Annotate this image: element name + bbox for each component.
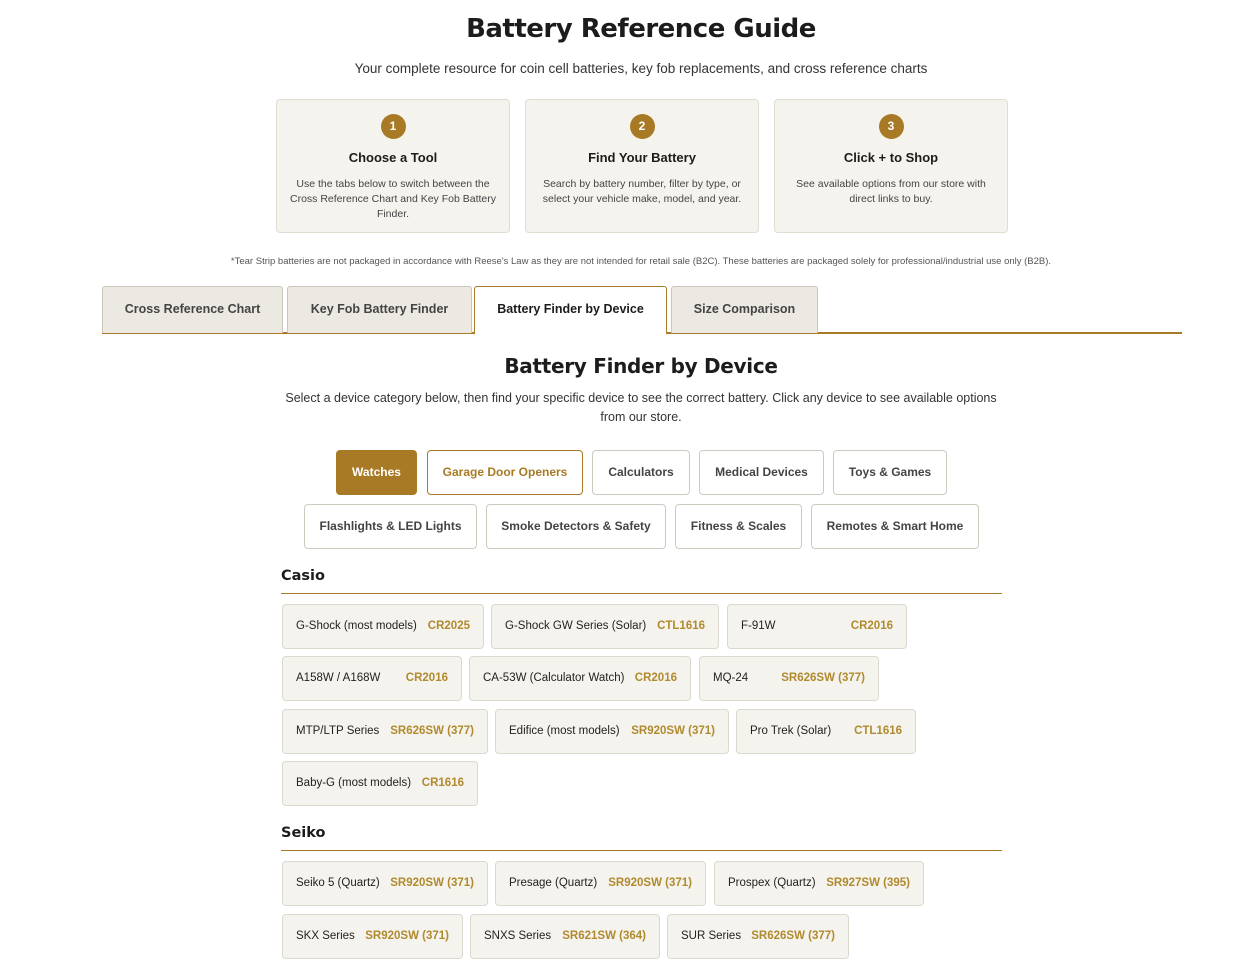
section-description: Select a device category below, then fin… xyxy=(285,391,997,424)
device-name: SUR Series xyxy=(681,930,742,942)
step-description: Use the tabs below to switch between the… xyxy=(289,178,496,220)
step-card-1: 1 Choose a Tool Use the tabs below to sw… xyxy=(276,99,510,233)
brand-heading-casio: Casio xyxy=(281,568,1002,594)
device-name: CA-53W (Calculator Watch) xyxy=(483,672,625,684)
device-battery: SR626SW (377) xyxy=(390,725,474,737)
device-card[interactable]: CA-53W (Calculator Watch) CR2016 xyxy=(469,656,691,701)
category-button-flashlights[interactable]: Flashlights & LED Lights xyxy=(304,504,477,549)
device-name: G-Shock (most models) xyxy=(296,620,417,632)
device-card[interactable]: Presage (Quartz) SR920SW (371) xyxy=(495,861,706,906)
device-battery: SR927SW (395) xyxy=(826,877,910,889)
section-title: Battery Finder by Device xyxy=(504,354,778,378)
category-button-remotes-smart-home[interactable]: Remotes & Smart Home xyxy=(811,504,979,549)
device-card[interactable]: MQ-24 SR626SW (377) xyxy=(699,656,879,701)
step-card-2: 2 Find Your Battery Search by battery nu… xyxy=(525,99,759,233)
category-button-garage-door-openers[interactable]: Garage Door Openers xyxy=(427,450,583,495)
device-battery: SR621SW (364) xyxy=(562,930,646,942)
tab-battery-finder-by-device[interactable]: Battery Finder by Device xyxy=(474,286,667,335)
tab-key-fob-battery-finder[interactable]: Key Fob Battery Finder xyxy=(287,286,472,333)
device-name: Presage (Quartz) xyxy=(509,877,598,889)
device-name: MTP/LTP Series xyxy=(296,725,380,737)
category-button-calculators[interactable]: Calculators xyxy=(592,450,690,495)
device-battery: SR920SW (371) xyxy=(608,877,692,889)
device-card[interactable]: A158W / A168W CR2016 xyxy=(282,656,462,701)
step-number-badge: 3 xyxy=(878,114,904,139)
brand-heading-seiko: Seiko xyxy=(281,825,1002,851)
step-number-badge: 1 xyxy=(380,114,406,139)
step-number-badge: 2 xyxy=(629,114,655,139)
device-battery: CTL1616 xyxy=(657,620,705,632)
step-description: Search by battery number, filter by type… xyxy=(542,178,742,205)
device-battery: CR2016 xyxy=(634,672,677,684)
tab-cross-reference-chart[interactable]: Cross Reference Chart xyxy=(102,286,283,333)
category-button-fitness-scales[interactable]: Fitness & Scales xyxy=(675,504,802,549)
device-name: SKX Series xyxy=(296,930,355,942)
device-card[interactable]: Baby-G (most models) CR1616 xyxy=(282,761,478,806)
disclaimer-text: *Tear Strip batteries are not packaged i… xyxy=(230,256,1052,267)
tab-bar: Cross Reference Chart Key Fob Battery Fi… xyxy=(102,286,1182,335)
page-title: Battery Reference Guide xyxy=(466,14,816,44)
device-battery: CR1616 xyxy=(421,777,464,789)
category-button-watches[interactable]: Watches xyxy=(336,450,417,495)
device-card[interactable]: Prospex (Quartz) SR927SW (395) xyxy=(714,861,924,906)
category-button-smoke-detectors[interactable]: Smoke Detectors & Safety xyxy=(486,504,666,549)
tab-size-comparison[interactable]: Size Comparison xyxy=(671,286,818,333)
category-button-toys-games[interactable]: Toys & Games xyxy=(833,450,947,495)
device-card[interactable]: MTP/LTP Series SR626SW (377) xyxy=(282,709,488,754)
device-name: A158W / A168W xyxy=(296,672,381,684)
device-card[interactable]: Edifice (most models) SR920SW (371) xyxy=(495,709,729,754)
device-battery: SR920SW (371) xyxy=(390,877,474,889)
device-battery: SR920SW (371) xyxy=(631,725,715,737)
device-battery: CR2016 xyxy=(850,620,893,632)
page-subtitle: Your complete resource for coin cell bat… xyxy=(354,61,928,76)
device-battery: CR2025 xyxy=(427,620,470,632)
device-name: G-Shock GW Series (Solar) xyxy=(505,620,647,632)
device-card[interactable]: Pro Trek (Solar) CTL1616 xyxy=(736,709,916,754)
device-battery: CR2016 xyxy=(405,672,448,684)
device-name: Edifice (most models) xyxy=(509,725,620,737)
device-card[interactable]: Seiko 5 (Quartz) SR920SW (371) xyxy=(282,861,488,906)
device-battery: SR626SW (377) xyxy=(751,930,835,942)
device-card[interactable]: G-Shock (most models) CR2025 xyxy=(282,604,484,649)
device-battery: SR920SW (371) xyxy=(365,930,449,942)
step-title: Choose a Tool xyxy=(348,150,438,165)
step-card-3: 3 Click + to Shop See available options … xyxy=(774,99,1008,233)
device-card[interactable]: G-Shock GW Series (Solar) CTL1616 xyxy=(491,604,719,649)
device-card[interactable]: F-91W CR2016 xyxy=(727,604,907,649)
device-name: Baby-G (most models) xyxy=(296,777,412,789)
device-name: Pro Trek (Solar) xyxy=(750,725,832,737)
device-name: F-91W xyxy=(741,620,776,632)
device-card[interactable]: SNXS Series SR621SW (364) xyxy=(470,914,660,959)
device-card[interactable]: SUR Series SR626SW (377) xyxy=(667,914,849,959)
device-name: SNXS Series xyxy=(484,930,552,942)
device-card[interactable]: SKX Series SR920SW (371) xyxy=(282,914,463,959)
step-description: See available options from our store wit… xyxy=(796,178,986,205)
device-name: Seiko 5 (Quartz) xyxy=(296,877,380,889)
device-battery: SR626SW (377) xyxy=(781,672,865,684)
steps-row: 1 Choose a Tool Use the tabs below to sw… xyxy=(276,99,1008,233)
step-title: Find Your Battery xyxy=(588,150,696,165)
device-battery: CTL1616 xyxy=(854,725,902,737)
category-button-medical-devices[interactable]: Medical Devices xyxy=(699,450,824,495)
device-name: MQ-24 xyxy=(713,672,749,684)
step-title: Click + to Shop xyxy=(843,150,939,165)
device-name: Prospex (Quartz) xyxy=(728,877,816,889)
